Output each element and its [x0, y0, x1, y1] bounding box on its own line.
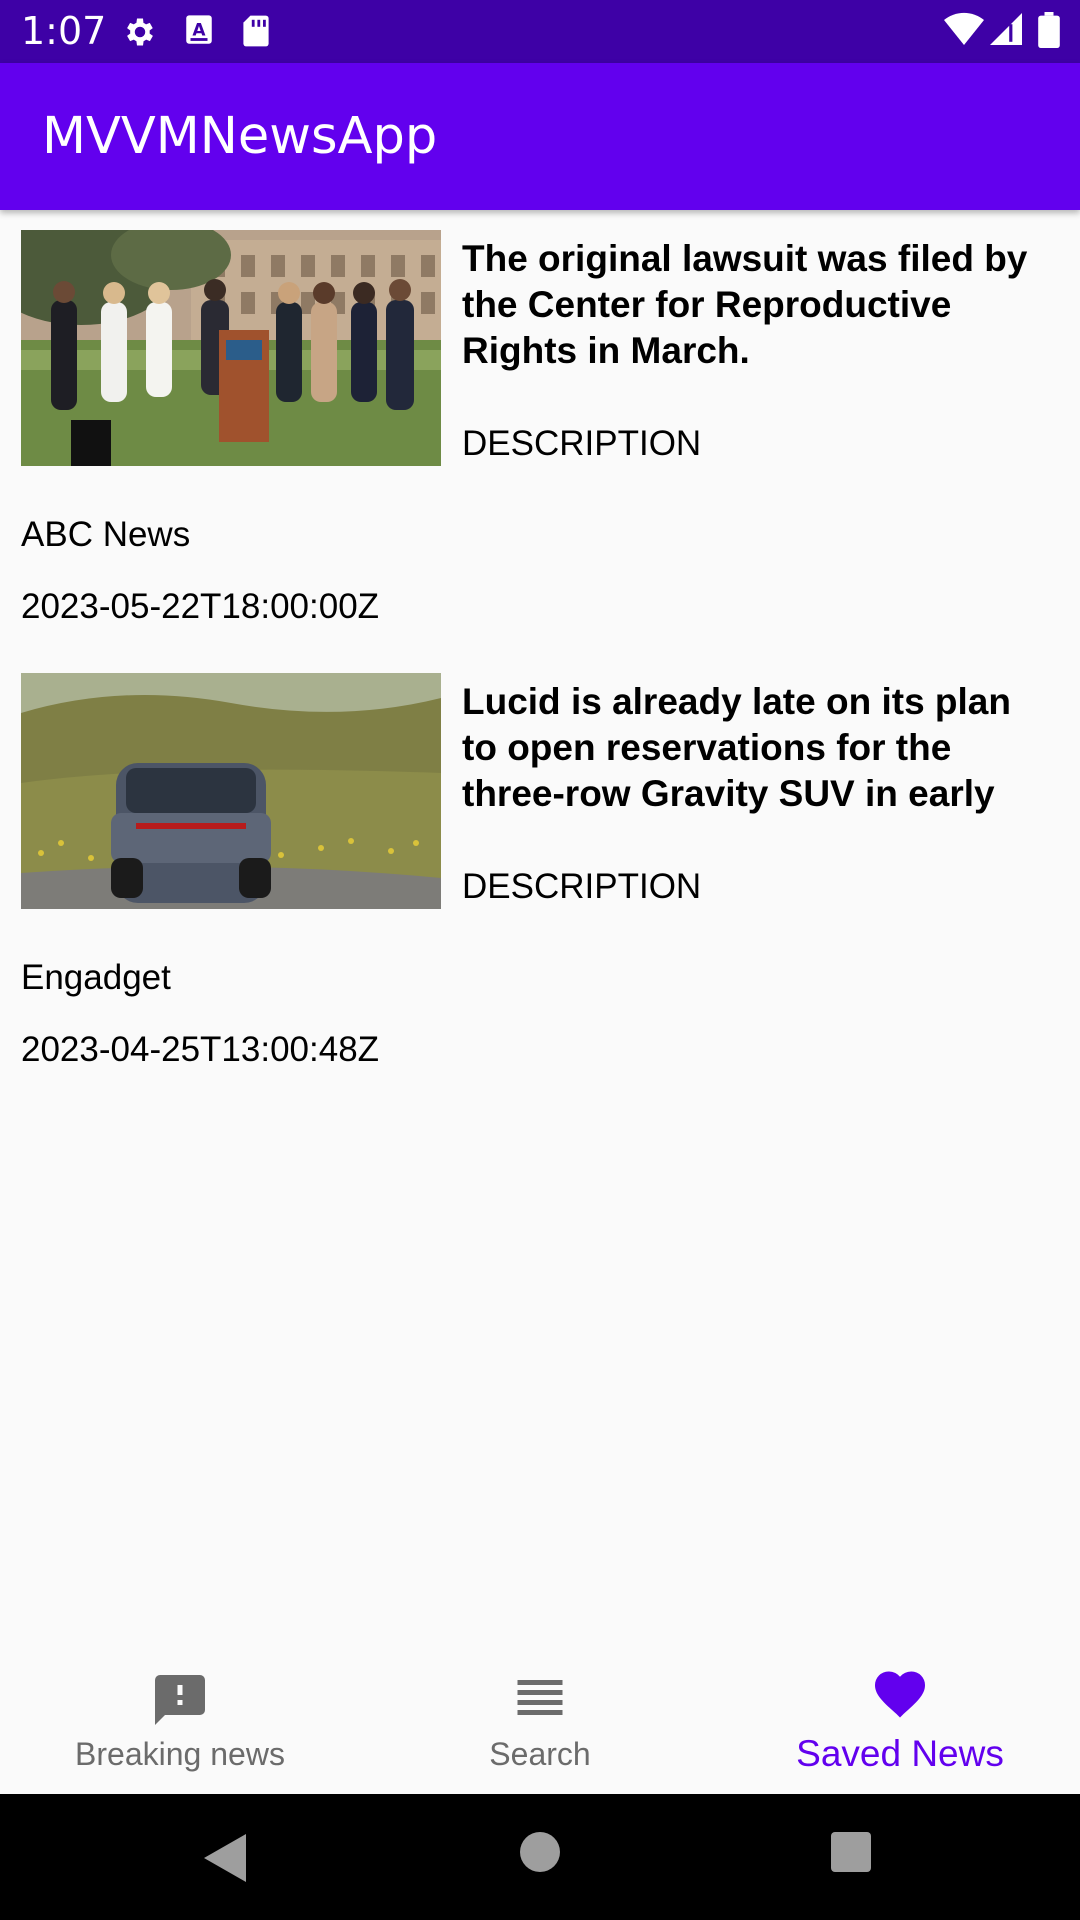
- heart-icon: [870, 1664, 930, 1724]
- home-circle-icon[interactable]: [520, 1832, 560, 1877]
- article-date: 2023-04-25T13:00:48Z: [21, 1030, 380, 1069]
- status-time: 1:07: [21, 9, 107, 53]
- article-source: ABC News: [21, 515, 191, 554]
- nav-label-saved-news: Saved News: [796, 1733, 1004, 1774]
- article-source: Engadget: [21, 958, 171, 997]
- nav-label-search: Search: [489, 1736, 591, 1772]
- a-keyboard-icon: A: [184, 14, 214, 53]
- nav-saved-news[interactable]: Saved News: [720, 1634, 1080, 1794]
- wifi-icon: [944, 12, 984, 53]
- battery-icon: [1038, 12, 1060, 53]
- article-title: Lucid is already late on its plan to ope…: [462, 681, 1011, 814]
- nav-breaking-news[interactable]: Breaking news: [0, 1634, 360, 1794]
- article-thumbnail: [21, 673, 441, 909]
- alert-message-icon: [150, 1670, 210, 1730]
- app-bar: MVVMNewsApp: [0, 63, 1080, 210]
- article-item[interactable]: Lucid is already late on its plan to ope…: [0, 653, 1080, 1096]
- article-item[interactable]: The original lawsuit was filed by the Ce…: [0, 210, 1080, 653]
- nav-search[interactable]: Search: [360, 1634, 720, 1794]
- back-triangle-icon[interactable]: [204, 1834, 246, 1887]
- gear-icon: [122, 14, 158, 55]
- article-title: The original lawsuit was filed by the Ce…: [462, 238, 1028, 371]
- bottom-navigation: Breaking news Search Saved News: [0, 1634, 1080, 1794]
- article-thumbnail: [21, 230, 441, 466]
- nav-label-breaking-news: Breaking news: [75, 1736, 285, 1772]
- article-description: DESCRIPTION: [462, 424, 702, 463]
- system-navigation-bar: [0, 1794, 1080, 1920]
- article-date: 2023-05-22T18:00:00Z: [21, 587, 380, 626]
- app-title: MVVMNewsApp: [42, 107, 438, 166]
- status-bar: 1:07 A: [0, 0, 1080, 63]
- list-lines-icon: [510, 1670, 570, 1730]
- sd-card-icon: [242, 14, 270, 53]
- svg-text:A: A: [192, 20, 206, 40]
- recents-square-icon[interactable]: [831, 1832, 871, 1877]
- cell-signal-icon: [990, 12, 1022, 51]
- article-list: The original lawsuit was filed by the Ce…: [0, 210, 1080, 1096]
- article-description: DESCRIPTION: [462, 867, 702, 906]
